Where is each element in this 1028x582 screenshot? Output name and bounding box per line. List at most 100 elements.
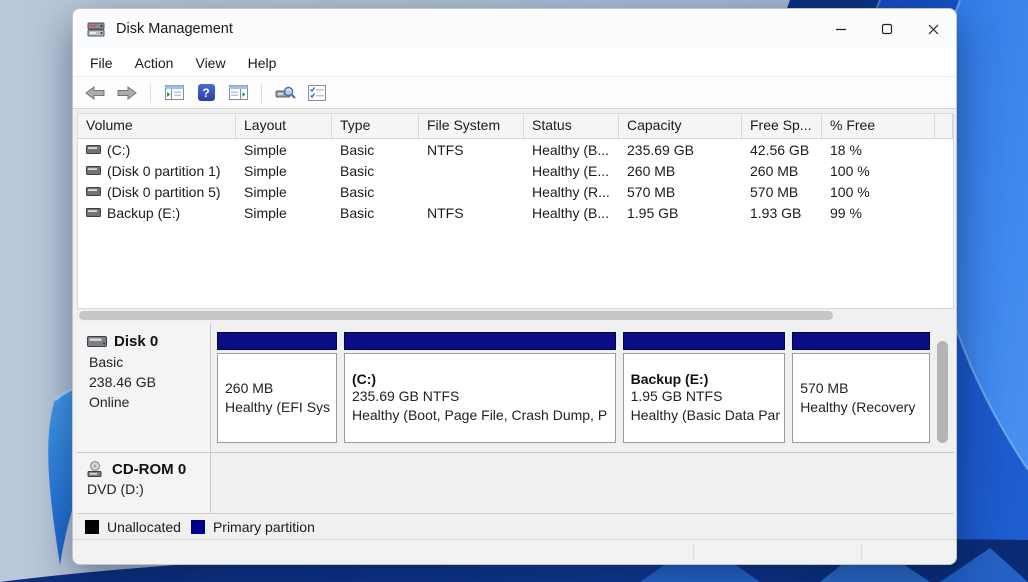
menu-file[interactable]: File	[79, 52, 124, 74]
column-header-capacity[interactable]: Capacity	[619, 114, 742, 138]
partition-backup-e[interactable]: Backup (E:) 1.95 GB NTFS Healthy (Basic …	[623, 332, 786, 443]
column-header-pct-free[interactable]: % Free	[822, 114, 935, 138]
cell-capacity: 1.95 GB	[619, 205, 742, 221]
minimize-button[interactable]	[818, 9, 864, 49]
partition-strip: 260 MB Healthy (EFI Sys (C:) 235.69 GB N…	[217, 332, 930, 443]
partition-color-bar	[623, 332, 786, 350]
properties-button[interactable]	[303, 80, 331, 106]
cell-layout: Simple	[236, 163, 332, 179]
cdrom-name: CD-ROM 0	[112, 461, 186, 478]
volume-row[interactable]: Backup (E:) Simple Basic NTFS Healthy (B…	[78, 202, 953, 223]
cell-layout: Simple	[236, 142, 332, 158]
scrollbar-thumb[interactable]	[79, 311, 833, 320]
partition-recovery[interactable]: 570 MB Healthy (Recovery	[792, 332, 930, 443]
volume-icon	[86, 145, 101, 154]
close-button[interactable]	[910, 9, 956, 49]
show-console-tree-button[interactable]	[160, 80, 188, 106]
cell-layout: Simple	[236, 205, 332, 221]
cell-free-space: 260 MB	[742, 163, 822, 179]
disk0-row: Disk 0 Basic 238.46 GB Online 260 MB Hea…	[77, 323, 954, 453]
console-tree-icon	[165, 85, 184, 100]
cell-free-space: 42.56 GB	[742, 142, 822, 158]
partition-status: Healthy (EFI Sys	[225, 398, 336, 417]
partition-color-bar	[792, 332, 930, 350]
volume-name: (Disk 0 partition 1)	[107, 163, 221, 179]
cell-free-space: 570 MB	[742, 184, 822, 200]
list-horizontal-scrollbar[interactable]	[77, 310, 954, 322]
scrollbar-thumb[interactable]	[937, 341, 948, 443]
cell-pct-free: 100 %	[822, 163, 935, 179]
column-header-filler	[935, 114, 953, 138]
volume-icon	[86, 208, 101, 217]
legend-item-primary-partition: Primary partition	[191, 519, 315, 535]
partition-title: Backup (E:)	[631, 371, 785, 387]
toolbar-separator	[261, 83, 262, 103]
volume-list-header: Volume Layout Type File System Status Ca…	[78, 114, 953, 139]
cell-file-system: NTFS	[419, 205, 524, 221]
partition-size: 1.95 GB NTFS	[631, 387, 785, 406]
cell-free-space: 1.93 GB	[742, 205, 822, 221]
back-button[interactable]	[81, 80, 109, 106]
toolbar-separator	[150, 83, 151, 103]
menu-bar: File Action View Help	[73, 49, 956, 77]
volume-name: (Disk 0 partition 5)	[107, 184, 221, 200]
partition-status: Healthy (Boot, Page File, Crash Dump, P	[352, 406, 615, 425]
cdrom-icon	[87, 461, 105, 478]
volume-name: Backup (E:)	[107, 205, 180, 221]
partition-title: (C:)	[352, 371, 615, 387]
checklist-icon	[308, 85, 326, 101]
legend-item-unallocated: Unallocated	[85, 519, 181, 535]
cell-capacity: 235.69 GB	[619, 142, 742, 158]
cell-status: Healthy (B...	[524, 205, 619, 221]
title-bar[interactable]: Disk Management	[73, 9, 956, 49]
unallocated-swatch	[85, 520, 99, 534]
legend-label: Unallocated	[107, 519, 181, 535]
partition-color-bar	[344, 332, 616, 350]
menu-action[interactable]: Action	[124, 52, 185, 74]
volume-row[interactable]: (Disk 0 partition 5) Simple Basic Health…	[78, 181, 953, 202]
volume-icon	[86, 187, 101, 196]
window-title: Disk Management	[116, 21, 233, 37]
column-header-volume[interactable]: Volume	[78, 114, 236, 138]
volume-row[interactable]: (C:) Simple Basic NTFS Healthy (B... 235…	[78, 139, 953, 160]
cell-capacity: 260 MB	[619, 163, 742, 179]
disk-icon	[87, 336, 107, 347]
rescan-disks-button[interactable]	[271, 80, 299, 106]
column-header-free-space[interactable]: Free Sp...	[742, 114, 822, 138]
partition-size: 235.69 GB NTFS	[352, 387, 615, 406]
volume-row[interactable]: (Disk 0 partition 1) Simple Basic Health…	[78, 160, 953, 181]
statusbar-divider	[861, 544, 862, 560]
status-bar	[73, 539, 956, 564]
forward-button[interactable]	[113, 80, 141, 106]
disk0-status: Online	[87, 394, 210, 410]
volume-list: Volume Layout Type File System Status Ca…	[77, 113, 954, 309]
menu-view[interactable]: View	[184, 52, 236, 74]
partition-color-bar	[217, 332, 337, 350]
maximize-button[interactable]	[864, 9, 910, 49]
toolbar: ?	[73, 77, 956, 109]
disk0-label[interactable]: Disk 0 Basic 238.46 GB Online	[77, 323, 211, 452]
cell-pct-free: 99 %	[822, 205, 935, 221]
graphic-vertical-scrollbar[interactable]	[936, 327, 950, 451]
partition-c[interactable]: (C:) 235.69 GB NTFS Healthy (Boot, Page …	[344, 332, 616, 443]
cell-file-system: NTFS	[419, 142, 524, 158]
partition-efi[interactable]: 260 MB Healthy (EFI Sys	[217, 332, 337, 443]
partition-size: 260 MB	[225, 379, 336, 398]
primary-partition-swatch	[191, 520, 205, 534]
column-header-type[interactable]: Type	[332, 114, 419, 138]
disk-management-window: Disk Management File Action View Help	[72, 8, 957, 565]
column-header-layout[interactable]: Layout	[236, 114, 332, 138]
cell-status: Healthy (E...	[524, 163, 619, 179]
menu-help[interactable]: Help	[237, 52, 288, 74]
cdrom-row: CD-ROM 0 DVD (D:)	[77, 453, 954, 513]
show-action-pane-button[interactable]	[224, 80, 252, 106]
cdrom-label[interactable]: CD-ROM 0 DVD (D:)	[77, 453, 211, 513]
cell-type: Basic	[332, 184, 419, 200]
volume-icon	[86, 166, 101, 175]
help-button[interactable]: ?	[192, 80, 220, 106]
column-header-file-system[interactable]: File System	[419, 114, 524, 138]
legend-bar: Unallocated Primary partition	[77, 513, 954, 539]
cell-status: Healthy (B...	[524, 142, 619, 158]
column-header-status[interactable]: Status	[524, 114, 619, 138]
desktop: Disk Management File Action View Help	[0, 0, 1028, 582]
